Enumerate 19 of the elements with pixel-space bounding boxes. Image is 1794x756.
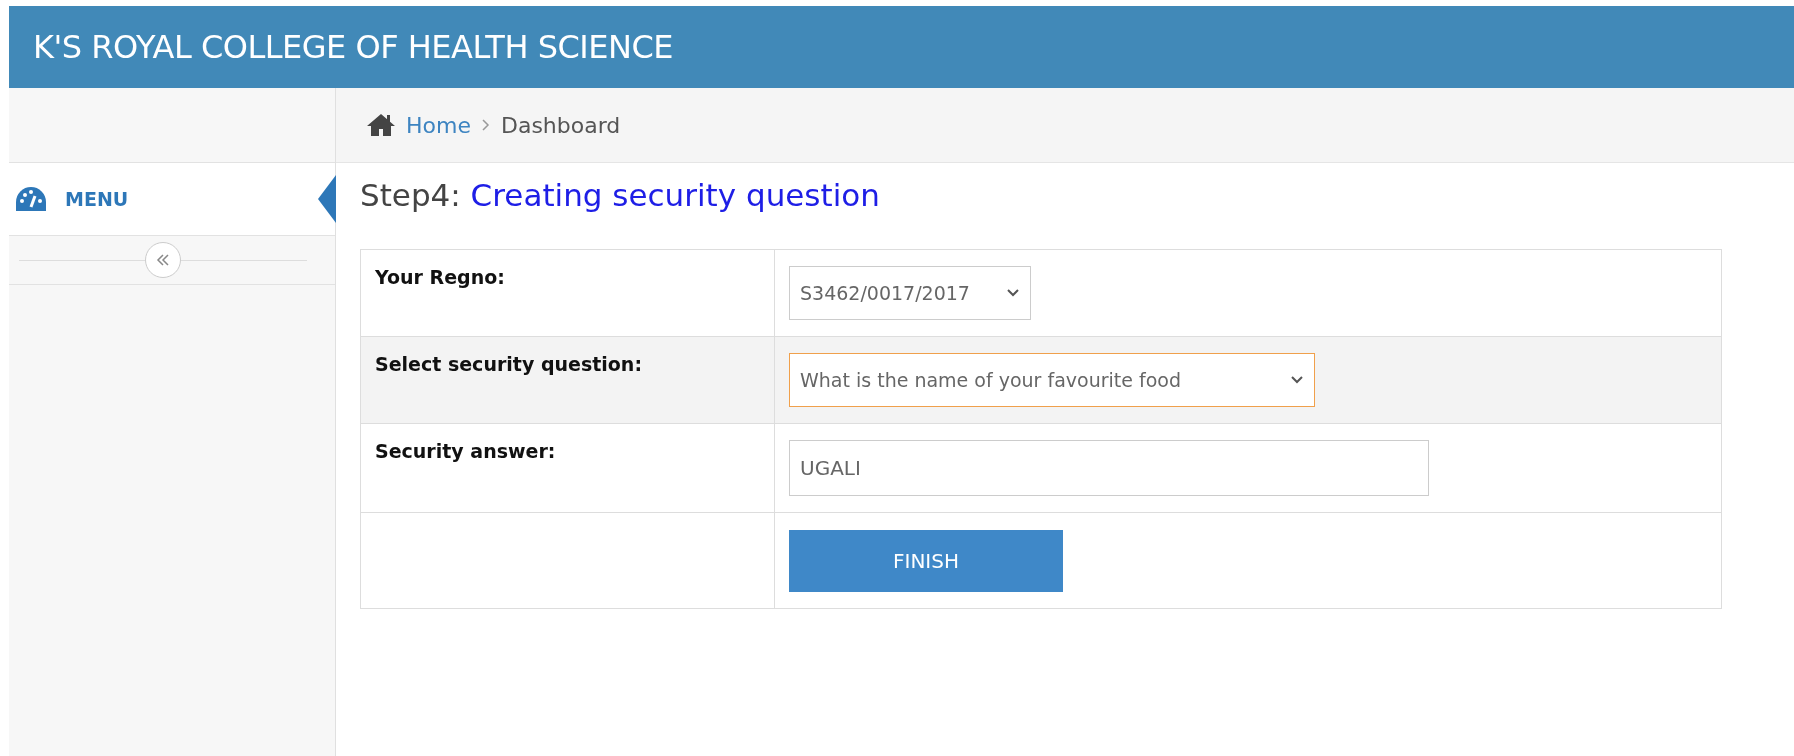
field-label: Security answer: (375, 440, 556, 462)
chevron-down-icon (1006, 288, 1020, 298)
page-title: Step4: Creating security question (360, 177, 881, 213)
menu-item[interactable]: MENU (9, 163, 335, 236)
dashboard-icon (15, 186, 47, 212)
select-field[interactable]: S3462/0017/2017 (789, 266, 1031, 320)
select-field[interactable]: What is the name of your favourite food (789, 353, 1315, 407)
field-label: Your Regno: (375, 266, 505, 288)
chevron-down-icon (1290, 375, 1304, 385)
breadcrumb-link[interactable]: Home (406, 112, 471, 138)
breadcrumb-current: Dashboard (500, 112, 621, 138)
home-icon (366, 113, 396, 137)
site-title: K'S ROYAL COLLEGE OF HEALTH SCIENCE (33, 28, 673, 66)
input-field[interactable]: UGALI (789, 440, 1429, 496)
double-chevron-left-icon (155, 253, 171, 267)
collapse-button[interactable] (145, 242, 181, 278)
chevron-right-icon (480, 118, 491, 132)
field-label: Select security question: (375, 353, 642, 375)
finish-button[interactable]: FINISH (789, 530, 1063, 592)
